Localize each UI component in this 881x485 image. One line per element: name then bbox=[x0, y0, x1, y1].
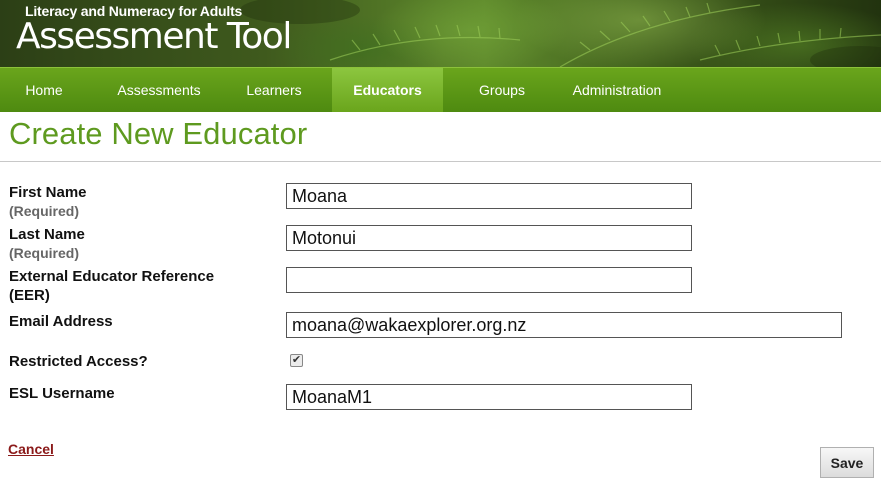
nav-item-learners[interactable]: Learners bbox=[228, 68, 320, 112]
save-button[interactable]: Save bbox=[820, 447, 874, 478]
nav-item-educators[interactable]: Educators bbox=[332, 68, 443, 112]
esl-username-label: ESL Username bbox=[9, 385, 115, 402]
last-name-input[interactable]: Motonui bbox=[286, 225, 692, 251]
first-name-label: First Name bbox=[9, 184, 87, 201]
nav-item-home[interactable]: Home bbox=[0, 68, 88, 112]
first-name-required-note: (Required) bbox=[9, 203, 79, 219]
nav-item-administration[interactable]: Administration bbox=[562, 68, 672, 112]
checkmark-icon: ✔ bbox=[291, 354, 302, 366]
main-nav: Home Assessments Learners Educators Grou… bbox=[0, 67, 881, 112]
page-title: Create New Educator bbox=[9, 116, 308, 151]
restricted-access-label: Restricted Access? bbox=[9, 353, 148, 370]
cancel-link[interactable]: Cancel bbox=[8, 441, 54, 457]
first-name-input[interactable]: Moana bbox=[286, 183, 692, 209]
email-label: Email Address bbox=[9, 313, 113, 330]
last-name-required-note: (Required) bbox=[9, 245, 79, 261]
nav-item-assessments[interactable]: Assessments bbox=[106, 68, 212, 112]
last-name-label: Last Name bbox=[9, 226, 85, 243]
eer-label-abbrev: (EER) bbox=[9, 287, 50, 304]
esl-username-input[interactable]: MoanaM1 bbox=[286, 384, 692, 410]
banner-title: Assessment Tool bbox=[16, 16, 292, 57]
email-input[interactable]: moana@wakaexplorer.org.nz bbox=[286, 312, 842, 338]
header-banner: Literacy and Numeracy for Adults Assessm… bbox=[0, 0, 881, 67]
nav-item-groups[interactable]: Groups bbox=[458, 68, 546, 112]
eer-input[interactable] bbox=[286, 267, 692, 293]
restricted-access-checkbox[interactable]: ✔ bbox=[290, 354, 303, 367]
eer-label: External Educator Reference bbox=[9, 268, 215, 285]
title-divider bbox=[0, 161, 881, 162]
